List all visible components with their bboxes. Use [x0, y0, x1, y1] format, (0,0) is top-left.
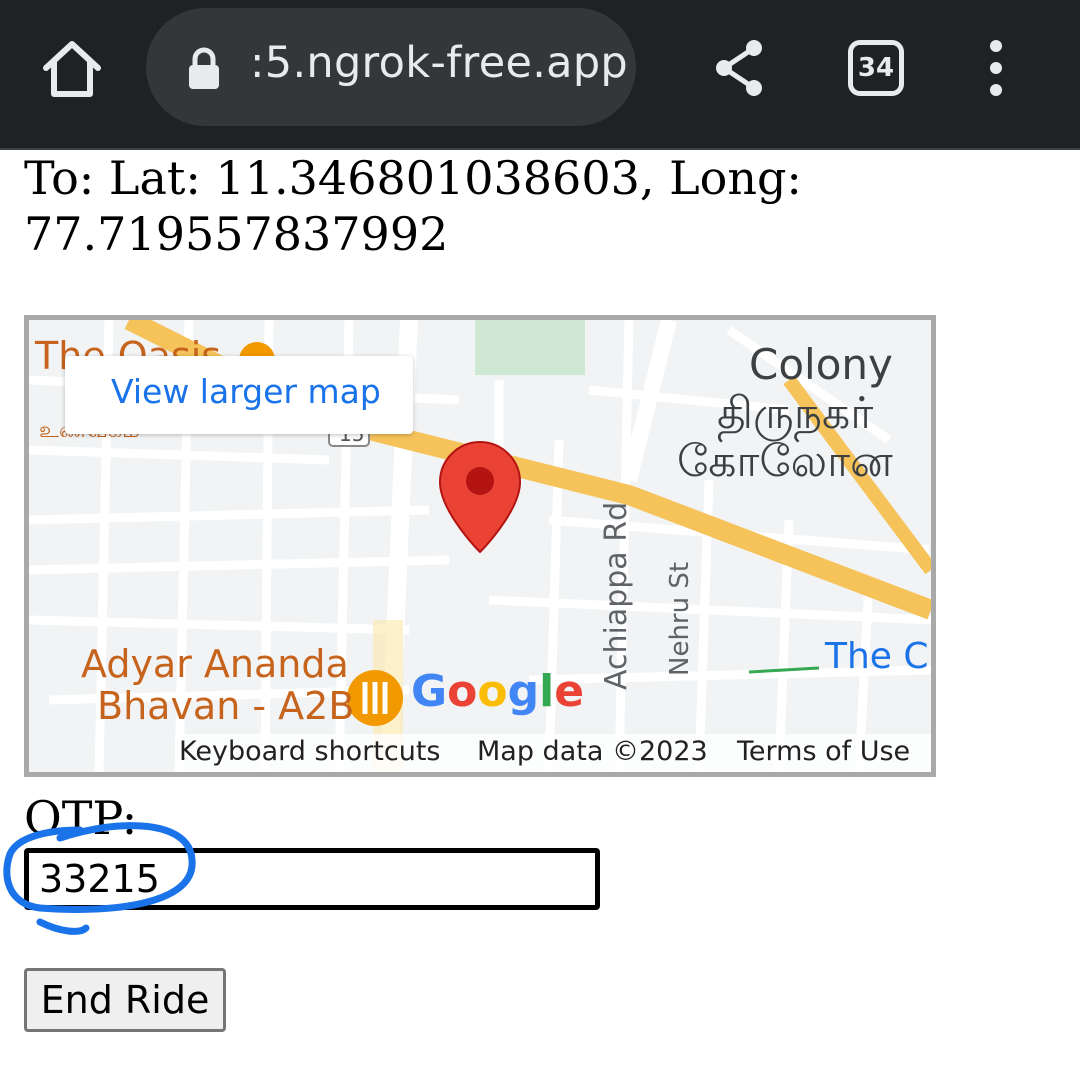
menu-icon[interactable]: [976, 38, 1016, 98]
address-bar[interactable]: :5.ngrok-free.app: [146, 8, 636, 126]
google-logo-letter: G: [411, 666, 448, 717]
map-label-the-c: The C: [825, 636, 929, 677]
map-data-text: Map data ©2023: [477, 736, 708, 767]
end-ride-button[interactable]: End Ride: [24, 968, 226, 1032]
google-logo-letter: l: [539, 666, 555, 717]
google-logo-letter: g: [507, 666, 540, 717]
hand-drawn-circle-annotation: [3, 822, 196, 935]
view-larger-map-label: View larger map: [111, 372, 381, 411]
share-icon[interactable]: [712, 36, 768, 100]
map-label-tamil-2: கோலோன: [677, 436, 893, 487]
embedded-map[interactable]: 15 The Oasis உணவகம் View larger map Colo…: [24, 315, 936, 777]
terms-of-use-link[interactable]: Terms of Use: [737, 736, 910, 767]
google-logo-letter: e: [554, 666, 585, 717]
google-logo: Google: [411, 666, 584, 717]
home-icon[interactable]: [38, 36, 106, 100]
view-larger-map-button[interactable]: View larger map: [65, 356, 413, 434]
keyboard-shortcuts-link[interactable]: Keyboard shortcuts: [179, 736, 441, 767]
map-label-road-1: Achiappa Rd: [599, 501, 634, 690]
url-text: :5.ngrok-free.app: [250, 38, 629, 88]
browser-toolbar: :5.ngrok-free.app 34: [0, 0, 1080, 150]
lock-icon: [186, 46, 222, 90]
map-label-adyar-2: Bhavan - A2B: [97, 684, 355, 728]
map-label-colony: Colony: [749, 340, 893, 389]
google-logo-letter: o: [477, 666, 508, 717]
map-label-adyar-1: Adyar Ananda: [81, 642, 349, 686]
google-logo-letter: o: [447, 666, 478, 717]
tab-count: 34: [857, 53, 895, 83]
map-label-road-2: Nehru St: [665, 561, 695, 676]
park-area: [475, 320, 585, 375]
map-footer: Keyboard shortcuts Map data ©2023 Terms …: [175, 734, 931, 772]
destination-text: To: Lat: 11.346801038603, Long: 77.71955…: [24, 151, 802, 261]
tabs-icon[interactable]: 34: [848, 40, 904, 96]
restaurant-icon: [347, 670, 403, 726]
